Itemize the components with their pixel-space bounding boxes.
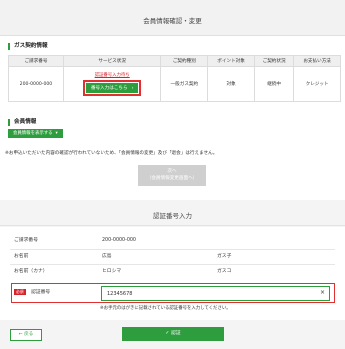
first-name-kana-value: ガスコ (217, 269, 232, 274)
clear-icon[interactable]: × (320, 289, 325, 296)
table-header-row: ご請求番号 サービス状況 ご契約種別 ポイント対象 ご契約状況 お支払い方法 (8, 55, 341, 67)
first-name-value: ガス子 (217, 254, 232, 259)
col-billing-number: ご請求番号 (8, 55, 64, 67)
col-contract-status: ご契約状況 (253, 55, 295, 67)
authenticate-button[interactable]: ✓ 認証 (122, 327, 224, 341)
member-section-title: 会員情報 (8, 119, 36, 126)
contract-type-cell: 一般ガス契約 (160, 66, 209, 102)
billing-value: 200-0000-000 (102, 238, 136, 243)
table-row: 200-0000-000 認証番号入力待ち 番号入力はこちら › 一般ガス契約 対… (8, 66, 341, 102)
next-button-label: 次へ (167, 169, 177, 174)
gas-contract-table: ご請求番号 サービス状況 ご契約種別 ポイント対象 ご契約状況 お支払い方法 2… (8, 55, 341, 102)
kana-label: お名前（カナ） (14, 269, 48, 274)
enter-number-label: 番号入力はこちら (90, 86, 128, 91)
next-button-sublabel: （会員情報変更画面へ） (146, 176, 198, 181)
back-button-label: 戻る (24, 332, 34, 337)
points-cell: 対象 (207, 66, 255, 102)
divider (10, 249, 335, 250)
enter-number-button[interactable]: 番号入力はこちら › (82, 80, 142, 96)
col-service-status: サービス状況 (62, 55, 162, 67)
auth-code-input[interactable] (101, 286, 330, 301)
page-header: 会員情報確認・変更 (0, 0, 345, 36)
restriction-note: ※お申込いただいた内容の確認が行われていないため、「会員情報の変更」及び「退会」… (5, 151, 218, 156)
last-name-kana-value: ヒロシマ (102, 269, 122, 274)
auth-code-row: 必須 認証番号 × (11, 283, 335, 303)
chevron-right-icon: › (131, 86, 134, 91)
col-contract-type: ご契約種別 (160, 55, 209, 67)
col-payment: お支払い方法 (293, 55, 341, 67)
auth-title-bar: 認証番号入力 (0, 200, 345, 226)
chevron-down-icon: ▾ (55, 131, 58, 136)
last-name-value: 広島 (102, 254, 112, 259)
service-status-cell: 認証番号入力待ち 番号入力はこちら › (62, 66, 162, 102)
divider (10, 264, 335, 265)
contract-status-cell: 継続中 (253, 66, 295, 102)
next-button[interactable]: 次へ （会員情報変更画面へ） (138, 165, 206, 186)
required-badge: 必須 (14, 289, 26, 295)
col-points: ポイント対象 (207, 55, 255, 67)
name-label: お名前 (14, 254, 29, 259)
page-title: 会員情報確認・変更 (143, 17, 202, 25)
auth-title: 認証番号入力 (153, 212, 192, 220)
gas-section-title: ガス契約情報 (8, 43, 48, 50)
show-member-info-button[interactable]: 会員情報を表示する ▾ (8, 129, 63, 138)
show-member-info-label: 会員情報を表示する (13, 131, 53, 136)
billing-label: ご請求番号 (14, 238, 38, 243)
auth-code-hint: ※お手元のはがきに記載されている認証番号を入力してください。 (100, 306, 231, 311)
back-button[interactable]: ← 戻る (10, 329, 42, 341)
check-icon: ✓ (165, 331, 170, 336)
auth-code-label: 認証番号 (31, 290, 51, 295)
billing-number-cell: 200-0000-000 (8, 66, 64, 102)
authenticate-button-label: 認証 (170, 331, 181, 336)
auth-pending-link[interactable]: 認証番号入力待ち (64, 72, 161, 78)
payment-cell: クレジット (293, 66, 341, 102)
arrow-left-icon: ← (18, 332, 23, 337)
